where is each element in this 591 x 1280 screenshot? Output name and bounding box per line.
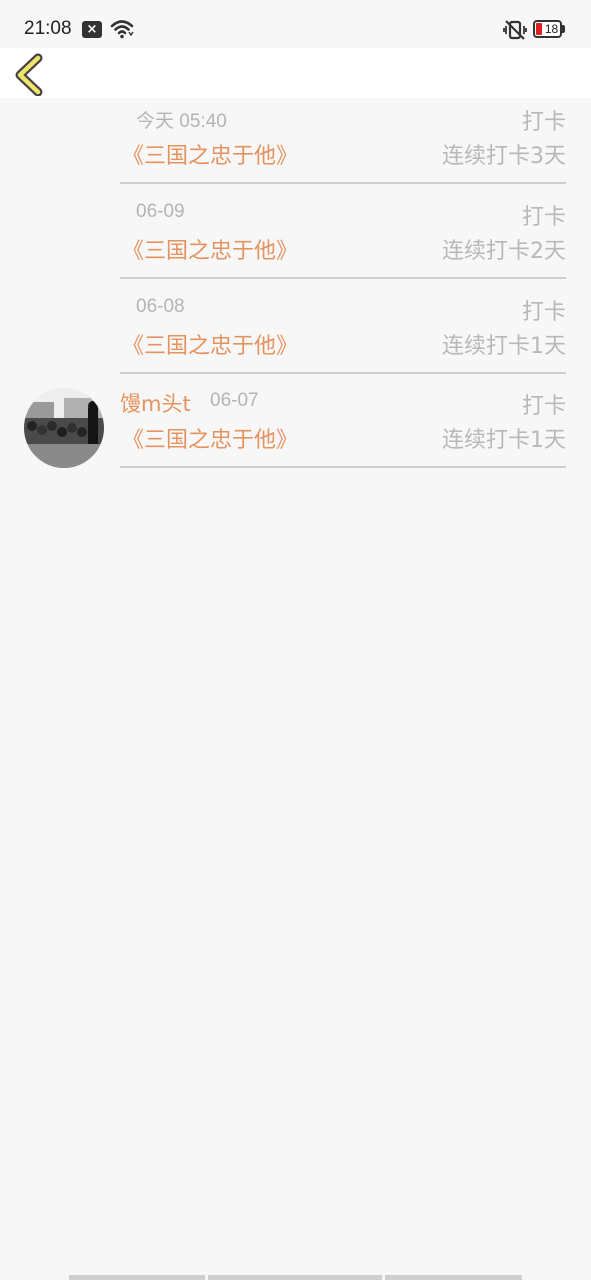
notification-x-icon: × <box>82 21 102 38</box>
entry-date: 06-08 <box>136 296 185 317</box>
entry-action: 打卡 <box>521 394 566 419</box>
divider <box>120 277 566 279</box>
status-bar: 21:08 × 18 <box>0 0 591 48</box>
entry-streak: 连续打卡1天 <box>442 334 566 359</box>
wifi-icon <box>110 20 134 39</box>
entry-action: 打卡 <box>521 205 566 230</box>
battery-icon: 18 <box>533 20 565 38</box>
divider <box>120 182 566 184</box>
checkin-entry: 馒m头t 06-07 打卡 《三国之忠于他》 连续打卡1天 <box>120 378 566 468</box>
checkin-entry: 06-08 打卡 《三国之忠于他》 连续打卡1天 <box>120 284 566 374</box>
checkin-entry: 今天 05:40 打卡 《三国之忠于他》 连续打卡3天 <box>120 94 566 184</box>
entry-username[interactable]: 馒m头t <box>120 388 191 418</box>
battery-level: 18 <box>544 22 559 36</box>
entry-book-title[interactable]: 《三国之忠于他》 <box>122 233 298 265</box>
status-time: 21:08 <box>24 18 72 39</box>
entry-date: 06-09 <box>136 201 185 222</box>
entry-action: 打卡 <box>521 110 566 135</box>
entry-streak: 连续打卡3天 <box>442 144 566 169</box>
entry-streak: 连续打卡1天 <box>442 428 566 453</box>
toolbar <box>0 48 591 98</box>
nav-hint-bar <box>208 1275 382 1280</box>
divider <box>120 466 566 468</box>
entry-date: 今天 05:40 <box>136 111 227 132</box>
vibrate-off-icon <box>503 20 527 40</box>
entry-streak: 连续打卡2天 <box>442 239 566 264</box>
entry-book-title[interactable]: 《三国之忠于他》 <box>122 138 298 170</box>
entry-book-title[interactable]: 《三国之忠于他》 <box>122 328 298 360</box>
divider <box>120 372 566 374</box>
checkin-entry: 06-09 打卡 《三国之忠于他》 连续打卡2天 <box>120 189 566 279</box>
entry-date: 06-07 <box>210 390 259 411</box>
avatar[interactable] <box>24 388 104 468</box>
entry-book-title[interactable]: 《三国之忠于他》 <box>122 422 298 454</box>
nav-hint-bar <box>69 1275 205 1280</box>
chevron-left-icon <box>15 53 43 97</box>
back-button[interactable] <box>10 52 54 97</box>
nav-hint-bar <box>385 1275 522 1280</box>
entry-action: 打卡 <box>521 300 566 325</box>
avatar-photo <box>24 388 104 468</box>
